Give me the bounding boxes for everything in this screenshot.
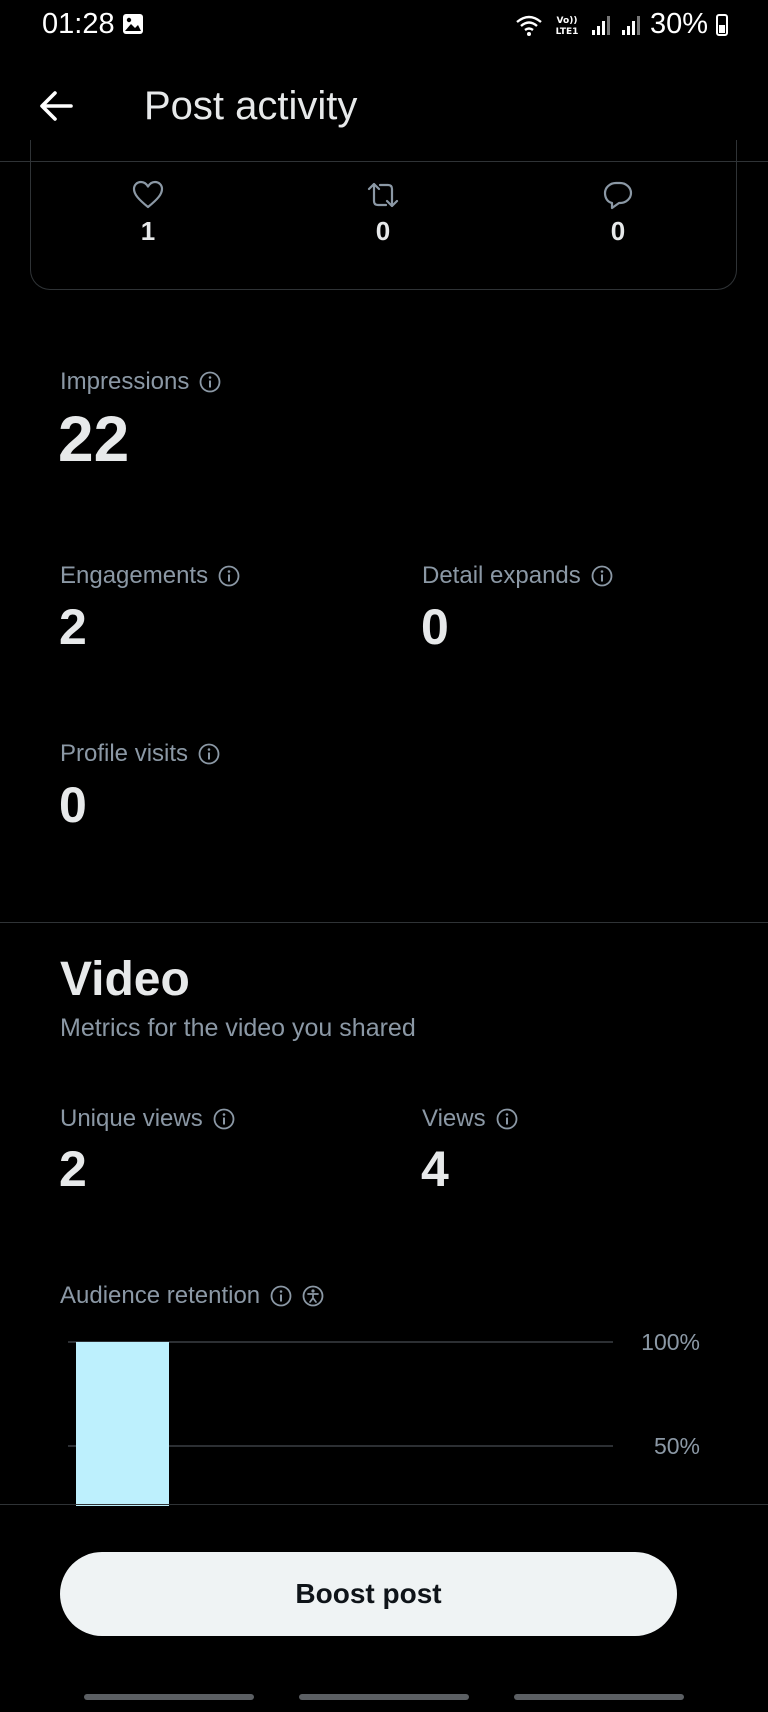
audience-retention-label: Audience retention bbox=[60, 1282, 324, 1310]
arrow-left-icon bbox=[40, 91, 73, 121]
engagements-label: Engagements bbox=[60, 562, 240, 590]
info-icon[interactable] bbox=[591, 565, 613, 587]
page-title: Post activity bbox=[144, 84, 358, 128]
reposts-value: 0 bbox=[375, 216, 391, 246]
video-section-subtitle: Metrics for the video you shared bbox=[60, 1014, 416, 1042]
replies-count[interactable]: 0 bbox=[578, 180, 658, 247]
views-label-text: Views bbox=[422, 1105, 486, 1132]
profile-visits-value: 0 bbox=[59, 777, 87, 833]
svg-text:LTE1: LTE1 bbox=[556, 27, 579, 37]
section-divider bbox=[0, 922, 768, 923]
battery-icon bbox=[716, 13, 728, 36]
likes-count[interactable]: 1 bbox=[108, 180, 188, 247]
battery-percentage: 30% bbox=[649, 8, 708, 40]
image-icon bbox=[123, 14, 143, 34]
unique-views-label: Unique views bbox=[60, 1105, 235, 1133]
status-indicators: Vo)) LTE1 30% bbox=[514, 8, 728, 41]
info-icon[interactable] bbox=[218, 565, 240, 587]
chart-y-tick-label: 50% bbox=[654, 1433, 700, 1459]
likes-value: 1 bbox=[140, 216, 156, 246]
info-icon[interactable] bbox=[213, 1108, 235, 1130]
bottom-divider bbox=[0, 1504, 768, 1505]
audience-retention-chart: 100% 50% bbox=[68, 1329, 700, 1506]
back-button[interactable] bbox=[36, 86, 76, 126]
engagements-value: 2 bbox=[59, 599, 87, 655]
impressions-label-text: Impressions bbox=[60, 368, 190, 395]
status-time: 01:28 bbox=[42, 8, 115, 40]
info-icon[interactable] bbox=[496, 1108, 518, 1130]
profile-visits-label: Profile visits bbox=[60, 740, 220, 768]
engagements-label-text: Engagements bbox=[60, 562, 209, 589]
detail-expands-value: 0 bbox=[421, 599, 449, 655]
detail-expands-label: Detail expands bbox=[422, 562, 613, 590]
heart-icon bbox=[132, 180, 164, 209]
signal-icon bbox=[591, 15, 610, 35]
audience-retention-label-text: Audience retention bbox=[60, 1282, 261, 1309]
wifi-icon bbox=[516, 15, 542, 36]
volte-icon: Vo)) LTE1 bbox=[556, 16, 579, 37]
signal-icon bbox=[621, 15, 640, 35]
chart-y-tick-label: 100% bbox=[641, 1329, 700, 1355]
detail-expands-label-text: Detail expands bbox=[422, 562, 581, 589]
svg-text:Vo)): Vo)) bbox=[557, 16, 578, 26]
reposts-count[interactable]: 0 bbox=[343, 180, 423, 247]
impressions-value: 22 bbox=[58, 403, 130, 475]
unique-views-value: 2 bbox=[59, 1141, 87, 1197]
profile-visits-label-text: Profile visits bbox=[60, 740, 189, 767]
video-section-title: Video bbox=[60, 953, 190, 1006]
repost-icon bbox=[367, 182, 399, 208]
info-icon[interactable] bbox=[198, 743, 220, 765]
replies-value: 0 bbox=[610, 216, 626, 246]
info-icon[interactable] bbox=[199, 371, 221, 393]
nav-bar-home[interactable] bbox=[299, 1694, 469, 1700]
boost-post-button[interactable]: Boost post bbox=[60, 1552, 677, 1636]
views-value: 4 bbox=[421, 1141, 449, 1197]
nav-bar-recent-apps[interactable] bbox=[84, 1694, 254, 1700]
reply-icon bbox=[603, 181, 633, 210]
accessibility-icon[interactable] bbox=[302, 1285, 324, 1307]
retention-bar bbox=[76, 1342, 169, 1506]
info-icon[interactable] bbox=[270, 1285, 292, 1307]
impressions-label: Impressions bbox=[60, 368, 221, 396]
nav-bar-back[interactable] bbox=[514, 1694, 684, 1700]
unique-views-label-text: Unique views bbox=[60, 1105, 203, 1132]
views-label: Views bbox=[422, 1105, 518, 1133]
